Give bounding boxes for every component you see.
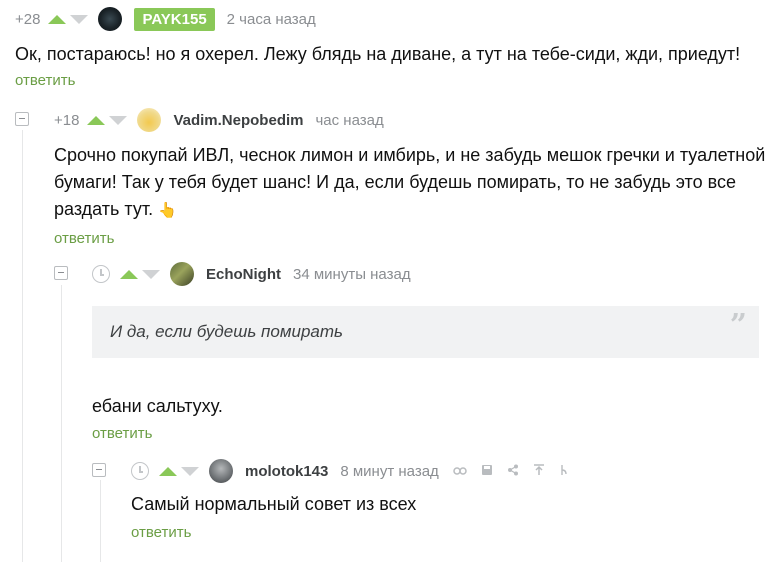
- clock-icon: [131, 462, 149, 480]
- pointing-up-emoji: 👆: [158, 202, 177, 219]
- comment-header: molotok143 8 минут назад: [131, 459, 771, 483]
- comment-vadim: +18 Vadim.Nepobedim час назад Срочно пок…: [54, 108, 769, 248]
- downvote-icon[interactable]: [181, 466, 199, 476]
- thread-line-level2: [61, 285, 62, 562]
- reply-link[interactable]: ответить: [15, 72, 75, 89]
- comment-payk155: +28 PAYK155 2 часа назад Ок, постараюсь!…: [15, 7, 765, 90]
- upvote-icon[interactable]: [159, 466, 177, 476]
- comment-text: Срочно покупай ИВЛ, чеснок лимон и имбир…: [54, 142, 769, 224]
- comment-header: +28 PAYK155 2 часа назад: [15, 7, 765, 31]
- comment-rating: +18: [54, 111, 80, 129]
- comment-echonight: EchoNight 34 минуты назад: [92, 262, 762, 286]
- collapse-icon[interactable]: [92, 463, 106, 477]
- thread-line-level1: [22, 130, 23, 562]
- avatar[interactable]: [98, 7, 123, 31]
- upvote-icon[interactable]: [120, 269, 138, 279]
- comment-text: Ок, постараюсь! но я охерел. Лежу блядь …: [15, 44, 741, 64]
- comment-time[interactable]: 8 минут назад: [340, 463, 438, 480]
- scroll-to-parent-icon[interactable]: [533, 463, 545, 479]
- collapse-icon[interactable]: [54, 266, 68, 280]
- comment-time[interactable]: 34 минуты назад: [293, 266, 411, 283]
- reply-link[interactable]: ответить: [54, 230, 114, 247]
- comment-header: +18 Vadim.Nepobedim час назад: [54, 108, 769, 132]
- avatar[interactable]: [209, 459, 233, 483]
- branch-icon[interactable]: [559, 464, 569, 479]
- quote-icon: ”: [729, 308, 747, 343]
- thread-line-level3: [100, 480, 101, 562]
- link-icon[interactable]: [453, 464, 467, 479]
- clock-icon: [92, 265, 110, 283]
- comment-molotok143: molotok143 8 минут назад Самый нормальны…: [131, 459, 771, 542]
- author-name[interactable]: EchoNight: [206, 266, 281, 283]
- quote-text: И да, если будешь помирать: [110, 322, 343, 341]
- share-icon[interactable]: [507, 464, 519, 479]
- comment-time[interactable]: 2 часа назад: [227, 11, 316, 28]
- comment-text-line: Срочно покупай ИВЛ, чеснок лимон и имбир…: [54, 145, 766, 165]
- collapse-icon[interactable]: [15, 112, 29, 126]
- downvote-icon[interactable]: [109, 115, 128, 125]
- comment-time[interactable]: час назад: [315, 112, 383, 129]
- comment-text-line: бумаги! Так у тебя будет шанс! И да, есл…: [54, 172, 736, 192]
- author-name[interactable]: Vadim.Nepobedim: [173, 112, 303, 129]
- upvote-icon[interactable]: [87, 115, 106, 125]
- avatar[interactable]: [170, 262, 194, 286]
- comment-text: Самый нормальный совет из всех: [131, 494, 417, 514]
- comment-text-line: раздать тут. 👆: [54, 199, 177, 219]
- downvote-icon[interactable]: [70, 14, 89, 24]
- author-name[interactable]: molotok143: [245, 463, 328, 480]
- downvote-icon[interactable]: [142, 269, 160, 279]
- author-name[interactable]: PAYK155: [134, 7, 215, 31]
- save-icon[interactable]: [481, 464, 493, 479]
- avatar[interactable]: [137, 108, 162, 132]
- upvote-icon[interactable]: [48, 14, 67, 24]
- quote-block: И да, если будешь помирать ”: [92, 306, 759, 358]
- reply-link[interactable]: ответить: [131, 524, 191, 541]
- comment-rating: +28: [15, 10, 41, 28]
- comment-text: ебани сальтуху.: [92, 396, 223, 416]
- comment-header: EchoNight 34 минуты назад: [92, 262, 762, 286]
- reply-link[interactable]: ответить: [92, 425, 152, 442]
